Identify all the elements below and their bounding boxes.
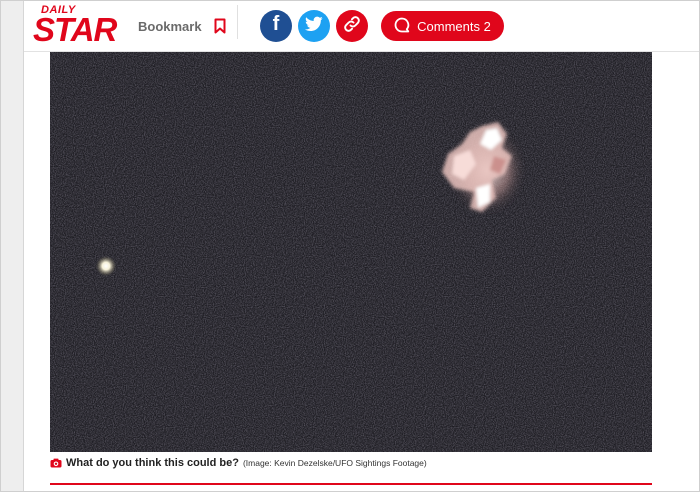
comments-label: Comments 2 — [417, 18, 491, 34]
page: DAILY STAR Bookmark f Comments 2 What do… — [0, 0, 700, 492]
header-divider — [237, 5, 238, 39]
facebook-icon: f — [269, 13, 283, 39]
ufo-night-sky-photo — [50, 52, 652, 452]
left-gutter — [1, 1, 24, 491]
share-facebook-button[interactable]: f — [260, 10, 292, 42]
image-caption: What do you think this could be? (Image:… — [50, 456, 427, 470]
comments-button[interactable]: Comments 2 — [381, 11, 504, 41]
daily-star-logo[interactable]: DAILY STAR — [33, 4, 117, 47]
svg-text:f: f — [273, 14, 280, 34]
copy-link-button[interactable] — [336, 10, 368, 42]
bookmark-icon — [214, 18, 226, 34]
bookmark-label: Bookmark — [138, 18, 202, 34]
camera-icon — [50, 458, 62, 468]
link-icon — [343, 15, 361, 38]
speech-bubble-icon — [394, 17, 410, 36]
share-twitter-button[interactable] — [298, 10, 330, 42]
twitter-icon — [305, 16, 323, 37]
bookmark-button[interactable]: Bookmark — [138, 16, 226, 36]
section-divider — [50, 483, 652, 485]
site-header: DAILY STAR Bookmark f Comments 2 — [24, 1, 699, 52]
caption-text: What do you think this could be? — [66, 457, 239, 469]
logo-main-text: STAR — [33, 11, 117, 48]
image-credit: (Image: Kevin Dezelske/UFO Sightings Foo… — [242, 458, 427, 468]
